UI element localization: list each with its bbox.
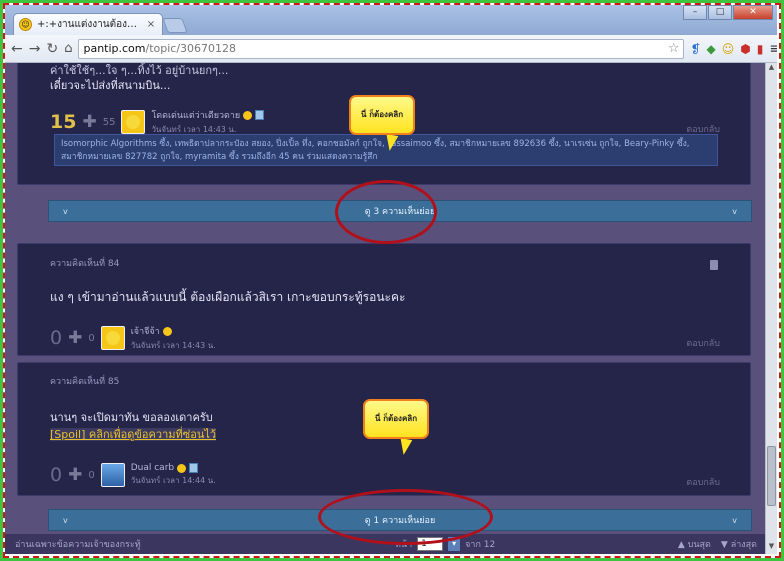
timestamp: วันจันทร์ เวลา 14:43 น.	[130, 341, 216, 350]
chevron-down-icon: v	[63, 515, 68, 525]
spoiler-link-wrap: [Spoil] คลิกเพื่อดูข้อความที่ซ่อนไว้	[50, 425, 217, 443]
comment-body: นานๆ จะเปิดมาทัน ขอลองเดาครับ	[50, 411, 213, 424]
maximize-button[interactable]: □	[708, 5, 732, 20]
back-arrow-icon[interactable]: ←	[11, 40, 23, 58]
highlight-ring-1	[335, 180, 437, 244]
tab-title: +:+งานแต่งงานต้องยกเลิก...	[37, 19, 140, 30]
username[interactable]: โดดเด่นแต่ว่าเดียวดาย	[151, 108, 240, 122]
browser-tab[interactable]: ☺ +:+งานแต่งงานต้องยกเลิก... ×	[13, 13, 163, 35]
page-of: จาก 12	[465, 540, 496, 550]
mood-emoji-icon	[162, 326, 172, 336]
user-block: โดดเด่นแต่ว่าเดียวดาย วันจันทร์ เวลา 14:…	[151, 108, 265, 136]
score-row: 0 ✚ 0 เจ้าจีจ้า วันจันทร์ เวลา 14:43 น.	[50, 324, 216, 352]
new-tab-button[interactable]	[162, 18, 188, 33]
chrome-menu-icon[interactable]: ≡	[769, 41, 777, 57]
chevron-down-icon: v	[732, 515, 737, 525]
browser-window: ☺ +:+งานแต่งงานต้องยกเลิก... × – □ ✕ ← →…	[5, 5, 777, 554]
tab-close-icon[interactable]: ×	[145, 19, 157, 30]
scroll-down-arrow-icon[interactable]: ▼	[766, 542, 777, 554]
scroll-up-arrow-icon[interactable]: ▲	[766, 63, 777, 75]
emoji-extension-icon[interactable]: ☺	[722, 41, 735, 57]
chevron-down-icon: v	[732, 206, 737, 216]
member-badge-icon	[189, 463, 199, 473]
page-scrollbar[interactable]: ▲ ▼	[765, 63, 777, 554]
plus-vote-icon[interactable]: ✚	[82, 112, 96, 132]
jump-top-link[interactable]: ▲ บนสุด	[678, 537, 711, 551]
browser-toolbar: ← → ↻ ⌂ pantip.com /topic/30670128 ☆ ❡ ◆…	[5, 35, 777, 63]
trash-icon[interactable]	[710, 260, 718, 270]
owner-only-link[interactable]: อ่านเฉพาะข้อความเจ้าของกระทู้	[15, 537, 141, 551]
scroll-thumb[interactable]	[767, 446, 776, 506]
plus-vote-icon[interactable]: ✚	[68, 328, 82, 348]
highlight-ring-2	[318, 489, 493, 545]
close-window-button[interactable]: ✕	[733, 5, 773, 20]
home-icon[interactable]: ⌂	[64, 40, 72, 58]
callout-note-1: นี่ ก็ต้องคลิก	[349, 95, 415, 135]
emotion-count[interactable]: 0	[88, 333, 94, 344]
address-bar[interactable]: pantip.com /topic/30670128 ☆	[78, 38, 685, 59]
vote-score: 0	[50, 464, 63, 486]
member-badge-icon	[255, 110, 265, 120]
forward-arrow-icon[interactable]: →	[29, 40, 41, 58]
score-row: 15 ✚ 55 โดดเด่นแต่ว่าเดียวดาย วันจันทร์ …	[50, 108, 265, 136]
book-extension-icon[interactable]: ▮	[757, 41, 764, 57]
adblock-extension-icon[interactable]: ⬢	[740, 41, 750, 57]
timestamp: วันจันทร์ เวลา 14:44 น.	[130, 476, 216, 485]
emotion-count[interactable]: 0	[88, 470, 94, 481]
username-line: Dual carb	[131, 463, 216, 473]
comment-number: ความคิดเห็นที่ 85	[50, 377, 120, 387]
user-block: เจ้าจีจ้า วันจันทร์ เวลา 14:43 น.	[131, 324, 216, 352]
vote-score: 15	[50, 111, 77, 133]
window-controls: – □ ✕	[683, 5, 773, 20]
callout-note-2: นี่ ก็ต้องคลิก	[363, 399, 429, 439]
reply-button[interactable]: ตอบกลับ	[686, 475, 720, 489]
pantip-favicon-icon: ☺	[19, 18, 32, 31]
tab-strip: ☺ +:+งานแต่งงานต้องยกเลิก... × – □ ✕	[5, 5, 777, 35]
comment-body-line2: เดี๋ยวจะไปส่งที่สนามบิน...	[50, 79, 171, 92]
chevron-down-icon: v	[63, 206, 68, 216]
reply-button[interactable]: ตอบกลับ	[686, 336, 720, 350]
url-path: /topic/30670128	[145, 42, 237, 55]
mood-emoji-icon	[243, 110, 253, 120]
vote-score: 0	[50, 327, 63, 349]
bookmark-star-icon[interactable]: ☆	[668, 41, 680, 56]
username-line: เจ้าจีจ้า	[131, 324, 216, 338]
avatar[interactable]	[100, 326, 125, 350]
avatar[interactable]	[121, 110, 146, 134]
comment-body: แง ๆ เข้ามาอ่านแล้วแบบนี้ ต้องเผือกแล้วส…	[50, 290, 406, 304]
jump-top-label: บนสุด	[687, 540, 711, 550]
extension-green-icon[interactable]: ◆	[707, 41, 716, 57]
comment-number: ความคิดเห็นที่ 84	[50, 259, 120, 269]
user-block: Dual carb วันจันทร์ เวลา 14:44 น.	[131, 463, 216, 487]
avatar[interactable]	[100, 463, 125, 487]
plus-vote-icon[interactable]: ✚	[68, 465, 82, 485]
username-line: โดดเด่นแต่ว่าเดียวดาย	[151, 108, 265, 122]
spoiler-link[interactable]: [Spoil] คลิกเพื่อดูข้อความที่ซ่อนไว้	[50, 428, 217, 441]
jump-links: ▲ บนสุด ▼ ล่างสุด	[678, 537, 757, 551]
minimize-button[interactable]: –	[683, 5, 707, 20]
comment-card-84: ความคิดเห็นที่ 84 แง ๆ เข้ามาอ่านแล้วแบบ…	[17, 243, 751, 356]
page-content: ค่าใช้ใช้ๆ...ใจ ๆ...ทิ้งไว้ อยู่บ้านยกๆ.…	[5, 63, 765, 554]
username[interactable]: Dual carb	[131, 463, 174, 473]
emotion-count[interactable]: 55	[103, 117, 116, 128]
jump-bottom-link[interactable]: ▼ ล่างสุด	[721, 537, 757, 551]
mood-emoji-icon	[177, 463, 187, 473]
translate-extension-icon[interactable]: ❡	[690, 41, 700, 57]
reload-icon[interactable]: ↻	[46, 40, 58, 58]
jump-bottom-label: ล่างสุด	[730, 540, 757, 550]
username[interactable]: เจ้าจีจ้า	[131, 324, 160, 338]
score-row: 0 ✚ 0 Dual carb วันจันทร์ เวลา 14:44 น.	[50, 463, 216, 487]
url-host: pantip.com	[83, 42, 146, 55]
